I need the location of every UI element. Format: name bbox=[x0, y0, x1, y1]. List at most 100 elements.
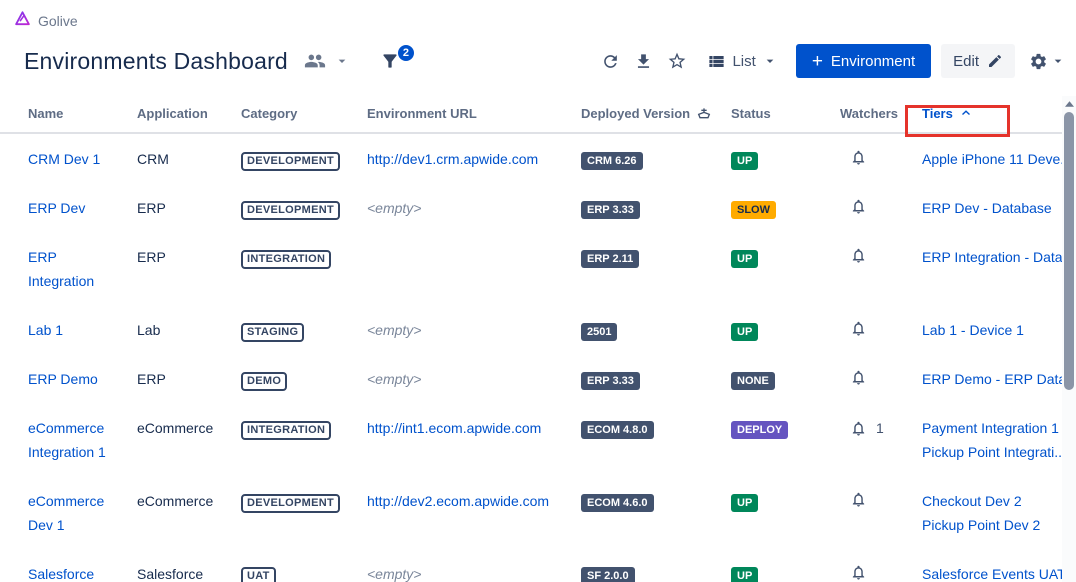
pencil-icon bbox=[987, 53, 1003, 69]
deployed-version-badge[interactable]: CRM 6.26 bbox=[581, 152, 643, 170]
environment-url-link[interactable]: http://dev2.ecom.apwide.com bbox=[367, 493, 549, 509]
edit-button[interactable]: Edit bbox=[941, 44, 1015, 78]
environment-url-link[interactable]: http://int1.ecom.apwide.com bbox=[367, 420, 541, 436]
bell-icon[interactable] bbox=[848, 367, 869, 388]
application-cell: CRM bbox=[137, 147, 241, 171]
column-header-watchers[interactable]: Watchers bbox=[840, 106, 922, 121]
column-header-tiers[interactable]: Tiers bbox=[922, 106, 1062, 121]
deployed-version-badge[interactable]: ECOM 4.6.0 bbox=[581, 494, 654, 512]
application-cell: ERP bbox=[137, 245, 241, 269]
environment-name-link[interactable]: CRM Dev 1 bbox=[28, 147, 100, 171]
application-cell: eCommerce bbox=[137, 416, 241, 440]
application-cell: ERP bbox=[137, 196, 241, 220]
deployed-version-badge[interactable]: ERP 3.33 bbox=[581, 372, 640, 390]
application-cell: Salesforce bbox=[137, 562, 241, 582]
tier-link[interactable]: Salesforce Events UAT bbox=[922, 562, 1076, 582]
column-header-version-label: Deployed Version bbox=[581, 106, 690, 121]
page-title: Environments Dashboard bbox=[24, 48, 288, 75]
table-row: CRM Dev 1 CRM DEVELOPMENT http://dev1.cr… bbox=[0, 134, 1076, 183]
filter-count-badge: 2 bbox=[398, 45, 414, 61]
category-badge: INTEGRATION bbox=[241, 250, 331, 269]
bell-icon[interactable] bbox=[848, 147, 869, 168]
environments-table: Name Application Category Environment UR… bbox=[0, 94, 1076, 582]
environment-url-link[interactable]: http://dev1.crm.apwide.com bbox=[367, 151, 538, 167]
column-header-application[interactable]: Application bbox=[137, 106, 241, 121]
view-mode-switch[interactable]: List bbox=[707, 52, 777, 71]
settings-menu[interactable] bbox=[1029, 52, 1066, 71]
table-row: eCommerce Dev 1 eCommerce DEVELOPMENT ht… bbox=[0, 476, 1076, 549]
status-badge[interactable]: SLOW bbox=[731, 201, 776, 219]
chevron-down-icon bbox=[1050, 53, 1066, 69]
export-download-icon[interactable] bbox=[632, 50, 655, 73]
tier-link[interactable]: Pickup Point Dev 2 bbox=[922, 513, 1076, 537]
refresh-icon[interactable] bbox=[599, 50, 622, 73]
column-header-url[interactable]: Environment URL bbox=[367, 106, 581, 121]
tier-link[interactable]: Checkout Dev 2 bbox=[922, 489, 1076, 513]
tier-link[interactable]: Apple iPhone 11 Deve. bbox=[922, 147, 1076, 171]
column-header-name[interactable]: Name bbox=[28, 106, 137, 121]
bell-icon[interactable] bbox=[848, 245, 869, 266]
chevron-down-icon bbox=[762, 53, 778, 69]
deployed-version-badge[interactable]: ECOM 4.8.0 bbox=[581, 421, 654, 439]
gear-icon bbox=[1029, 52, 1048, 71]
toolbar: List + Environment Edit bbox=[599, 44, 1066, 78]
table-row: ERP Demo ERP DEMO <empty> ERP 3.33 NONE … bbox=[0, 354, 1076, 403]
application-cell: eCommerce bbox=[137, 489, 241, 513]
column-header-tiers-label: Tiers bbox=[922, 106, 953, 121]
add-environment-button[interactable]: + Environment bbox=[796, 44, 931, 78]
environment-name-link[interactable]: ERP Dev bbox=[28, 196, 85, 220]
add-environment-label: Environment bbox=[831, 53, 915, 70]
status-badge[interactable]: DEPLOY bbox=[731, 421, 788, 439]
tier-link[interactable]: Pickup Point Integrati.. bbox=[922, 440, 1076, 464]
golive-logo-icon bbox=[14, 10, 31, 32]
environment-name-link[interactable]: eCommerce Dev 1 bbox=[28, 489, 124, 537]
table-row: ERP Dev ERP DEVELOPMENT <empty> ERP 3.33… bbox=[0, 183, 1076, 232]
deployed-version-badge[interactable]: SF 2.0.0 bbox=[581, 567, 635, 582]
scrollbar-up-arrow[interactable] bbox=[1062, 96, 1076, 112]
status-badge[interactable]: UP bbox=[731, 152, 758, 170]
bell-icon[interactable] bbox=[848, 562, 869, 582]
scrollbar-thumb[interactable] bbox=[1064, 112, 1074, 390]
bell-icon[interactable] bbox=[848, 418, 869, 439]
favorite-star-icon[interactable] bbox=[665, 49, 689, 73]
chevron-down-icon[interactable] bbox=[332, 51, 352, 71]
deployed-version-badge[interactable]: 2501 bbox=[581, 323, 617, 341]
plus-icon: + bbox=[812, 52, 823, 71]
category-badge: DEMO bbox=[241, 372, 287, 391]
application-cell: Lab bbox=[137, 318, 241, 342]
status-badge[interactable]: UP bbox=[731, 494, 758, 512]
column-header-version[interactable]: Deployed Version bbox=[581, 105, 731, 121]
bell-icon[interactable] bbox=[848, 489, 869, 510]
list-view-icon bbox=[707, 52, 726, 71]
category-badge: DEVELOPMENT bbox=[241, 201, 340, 220]
status-badge[interactable]: NONE bbox=[731, 372, 775, 390]
deployed-version-badge[interactable]: ERP 3.33 bbox=[581, 201, 640, 219]
ship-icon bbox=[696, 105, 712, 121]
table-row: Lab 1 Lab STAGING <empty> 2501 UP Lab 1 … bbox=[0, 305, 1076, 354]
tier-link[interactable]: ERP Demo - ERP Data.. bbox=[922, 367, 1076, 391]
tier-link[interactable]: ERP Integration - Data. bbox=[922, 245, 1076, 269]
environment-name-link[interactable]: ERP Demo bbox=[28, 367, 98, 391]
shared-users-icon[interactable] bbox=[302, 48, 328, 74]
environment-name-link[interactable]: eCommerce Integration 1 bbox=[28, 416, 124, 464]
bell-icon[interactable] bbox=[848, 318, 869, 339]
status-badge[interactable]: UP bbox=[731, 567, 758, 582]
environment-name-link[interactable]: Lab 1 bbox=[28, 318, 63, 342]
tier-link[interactable]: Payment Integration 1 bbox=[922, 416, 1076, 440]
environment-name-link[interactable]: ERP Integration bbox=[28, 245, 124, 293]
vertical-scrollbar[interactable] bbox=[1062, 96, 1076, 582]
status-badge[interactable]: UP bbox=[731, 323, 758, 341]
bell-icon[interactable] bbox=[848, 196, 869, 217]
column-header-status[interactable]: Status bbox=[731, 106, 840, 121]
empty-placeholder: <empty> bbox=[367, 566, 421, 582]
deployed-version-badge[interactable]: ERP 2.11 bbox=[581, 250, 639, 268]
environment-name-link[interactable]: Salesforce bbox=[28, 562, 94, 582]
filter-button[interactable]: 2 bbox=[378, 49, 402, 73]
category-badge: UAT bbox=[241, 567, 276, 582]
tier-link[interactable]: Lab 1 - Device 1 bbox=[922, 318, 1076, 342]
status-badge[interactable]: UP bbox=[731, 250, 758, 268]
table-row: ERP Integration ERP INTEGRATION ERP 2.11… bbox=[0, 232, 1076, 305]
column-header-category[interactable]: Category bbox=[241, 106, 367, 121]
edit-label: Edit bbox=[953, 53, 979, 70]
tier-link[interactable]: ERP Dev - Database bbox=[922, 196, 1076, 220]
